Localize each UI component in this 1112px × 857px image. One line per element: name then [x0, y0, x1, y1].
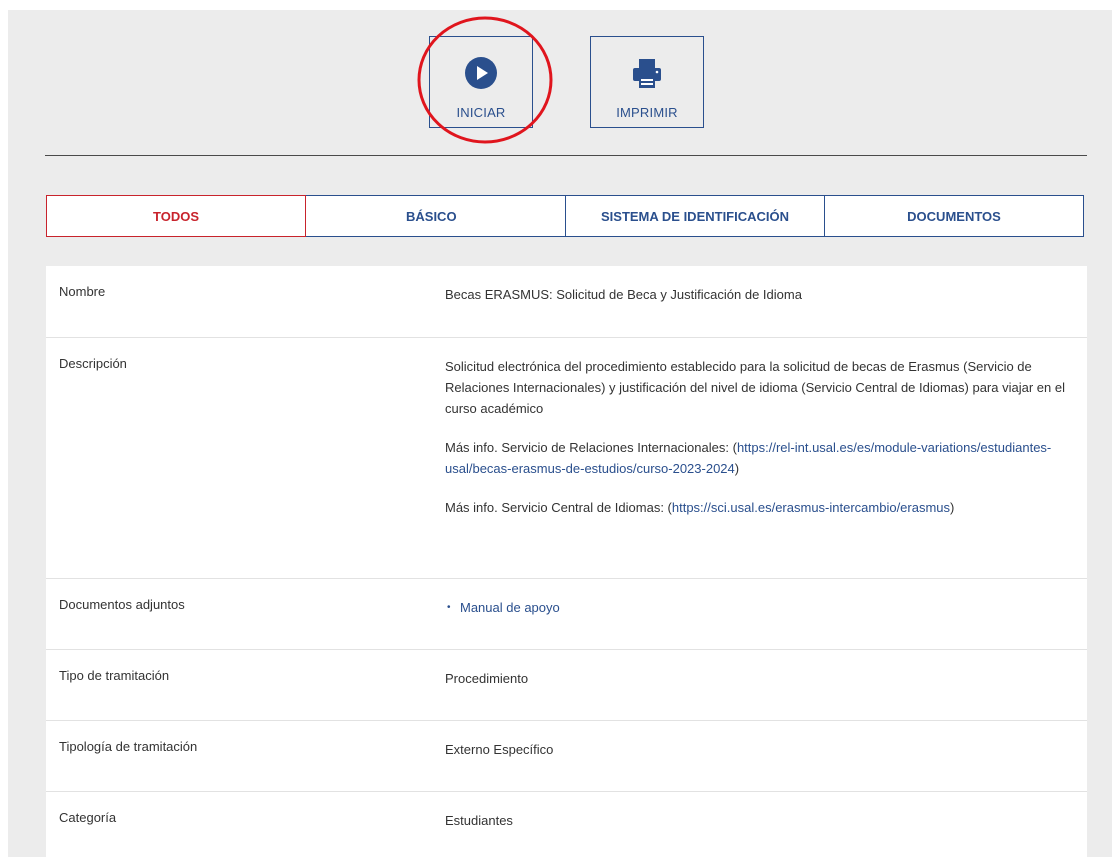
detail-key: Descripción — [59, 356, 127, 371]
attached-documents-list: Manual de apoyo — [445, 597, 1067, 618]
start-button[interactable]: INICIAR — [429, 36, 533, 128]
section-divider — [45, 155, 1087, 156]
print-button-label: IMPRIMIR — [616, 105, 678, 120]
detail-value: Externo Específico — [445, 742, 554, 757]
tab-bar: TODOS BÁSICO SISTEMA DE IDENTIFICACIÓN D… — [46, 195, 1084, 237]
info-suffix: ) — [734, 461, 740, 476]
description-paragraph: Solicitud electrónica del procedimiento … — [445, 359, 1065, 416]
info-relaciones-internacionales: Más info. Servicio de Relaciones Interna… — [445, 437, 1067, 479]
manual-de-apoyo-link[interactable]: Manual de apoyo — [460, 600, 560, 615]
link-servicio-idiomas[interactable]: https://sci.usal.es/erasmus-intercambio/… — [672, 500, 950, 515]
tab-sistema-identificacion[interactable]: SISTEMA DE IDENTIFICACIÓN — [565, 195, 825, 237]
info-suffix: ) — [950, 500, 955, 515]
tab-todos[interactable]: TODOS — [46, 195, 306, 237]
detail-row-tipologia: Tipología de tramitación Externo Específ… — [46, 721, 1087, 792]
detail-value: Estudiantes — [445, 813, 513, 828]
detail-key: Nombre — [59, 284, 106, 299]
list-item: Manual de apoyo — [445, 597, 1067, 618]
detail-row-categoria: Categoría Estudiantes — [46, 792, 1087, 857]
detail-value: Becas ERASMUS: Solicitud de Beca y Justi… — [445, 287, 802, 302]
tab-documentos[interactable]: DOCUMENTOS — [824, 195, 1084, 237]
info-prefix: Más info. Servicio Central de Idiomas: ( — [445, 500, 672, 515]
action-bar: INICIAR IMPRIMIR — [0, 0, 1112, 150]
detail-key: Tipología de tramitación — [59, 739, 198, 754]
start-button-label: INICIAR — [456, 105, 506, 120]
play-circle-icon — [465, 57, 497, 89]
detail-row-nombre: Nombre Becas ERASMUS: Solicitud de Beca … — [46, 266, 1087, 338]
detail-row-tipo: Tipo de tramitación Procedimiento — [46, 650, 1087, 721]
detail-row-documentos: Documentos adjuntos Manual de apoyo — [46, 579, 1087, 650]
page: INICIAR IMPRIMIR TODOS BÁSICO SISTEMA DE… — [0, 0, 1112, 857]
print-button[interactable]: IMPRIMIR — [590, 36, 704, 128]
printer-icon — [633, 59, 661, 88]
details-table: Nombre Becas ERASMUS: Solicitud de Beca … — [46, 266, 1087, 857]
detail-value: Solicitud electrónica del procedimiento … — [445, 338, 1087, 518]
detail-value: Manual de apoyo — [445, 579, 1087, 618]
info-servicio-idiomas: Más info. Servicio Central de Idiomas: (… — [445, 497, 1067, 518]
info-prefix: Más info. Servicio de Relaciones Interna… — [445, 440, 737, 455]
detail-row-descripcion: Descripción Solicitud electrónica del pr… — [46, 338, 1087, 579]
detail-key: Tipo de tramitación — [59, 668, 170, 683]
detail-key: Documentos adjuntos — [59, 597, 185, 612]
detail-value: Procedimiento — [445, 671, 529, 686]
detail-key: Categoría — [59, 810, 117, 825]
tab-basico[interactable]: BÁSICO — [305, 195, 566, 237]
